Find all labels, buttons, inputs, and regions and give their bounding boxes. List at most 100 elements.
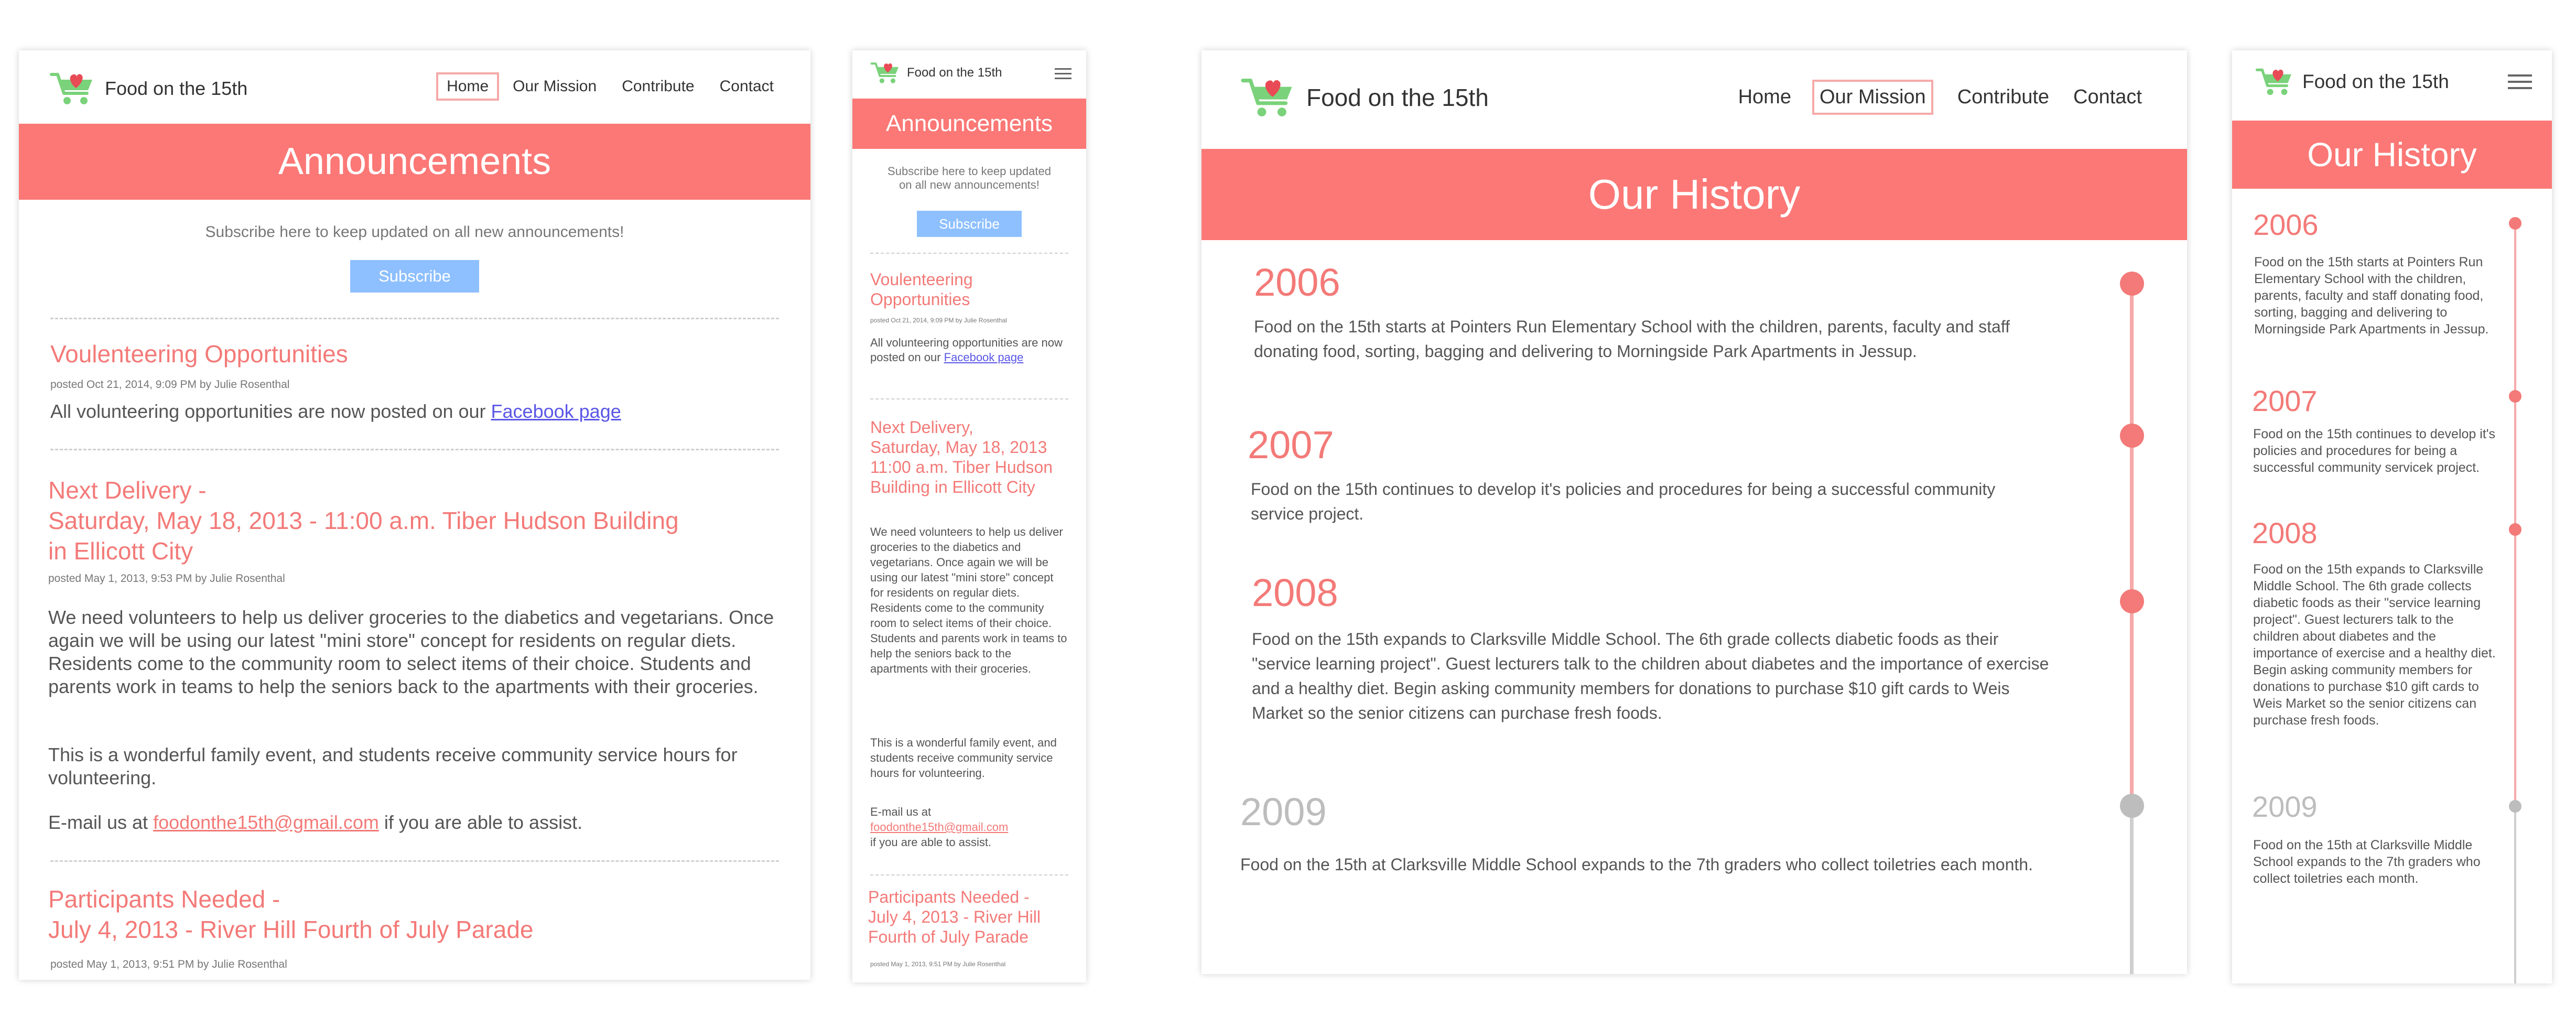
- post-email-text: if you are able to assist.: [870, 836, 992, 849]
- post-title-line: Participants Needed -: [48, 885, 280, 913]
- post-title-line: Participants Needed -: [868, 888, 1030, 906]
- history-year: 2009: [1240, 790, 1327, 834]
- announcements-mobile-panel: Food on the 15th Announcements Subscribe…: [852, 50, 1086, 982]
- timeline-dot: [2509, 217, 2521, 230]
- post-email-line: E-mail us at foodonthe15th@gmail.com if …: [870, 804, 1069, 850]
- post-title-line: Building in Ellicott City: [870, 478, 1035, 496]
- post-title[interactable]: Participants Needed - July 4, 2013 - Riv…: [48, 884, 534, 945]
- cart-heart-icon: [2255, 68, 2291, 95]
- post-meta: posted May 1, 2013, 9:51 PM by Julie Ros…: [50, 958, 287, 970]
- post-title-line: Next Delivery,: [870, 418, 973, 437]
- timeline-dot: [2509, 523, 2521, 536]
- divider: [870, 253, 1068, 254]
- brand-name: Food on the 15th: [2302, 71, 2449, 92]
- divider: [870, 398, 1068, 399]
- post-body: All volunteering opportunities are now p…: [50, 401, 621, 423]
- subscribe-button[interactable]: Subscribe: [917, 211, 1022, 237]
- post-email-text: E-mail us at: [48, 812, 154, 833]
- page-title-banner: Announcements: [19, 124, 810, 200]
- history-text: Food on the 15th continues to develop it…: [2253, 427, 2496, 475]
- post-title-line: Next Delivery -: [48, 477, 207, 504]
- subscribe-text: Subscribe here to keep updated on all ne…: [205, 223, 624, 241]
- history-year: 2008: [1252, 571, 1338, 614]
- post-body: We need volunteers to help us deliver gr…: [48, 607, 774, 697]
- subscribe-wrap: Subscribe: [19, 260, 810, 293]
- email-link[interactable]: foodonthe15th@gmail.com: [153, 812, 379, 833]
- post-title-line: Saturday, May 18, 2013: [870, 438, 1047, 457]
- post-meta: posted Oct 21, 2014, 9:09 PM by Julie Ro…: [50, 379, 290, 391]
- post-body: We need volunteers to help us deliver gr…: [870, 525, 1067, 675]
- history-year: 2008: [2252, 516, 2318, 549]
- hamburger-menu-icon[interactable]: [2508, 74, 2532, 89]
- site-logo[interactable]: Food on the 15th: [2255, 66, 2449, 98]
- nav-our-mission[interactable]: Our Mission: [513, 78, 597, 95]
- history-year: 2007: [1248, 423, 1334, 467]
- page-title-banner: Announcements: [852, 99, 1086, 149]
- divider: [870, 874, 1068, 876]
- history-text: Food on the 15th starts at Pointers Run …: [2254, 255, 2489, 337]
- nav-our-mission[interactable]: Our Mission: [1812, 80, 1933, 115]
- brand-name: Food on the 15th: [1306, 84, 1489, 111]
- timeline-dot: [2509, 800, 2521, 813]
- hamburger-menu-icon[interactable]: [1055, 68, 1071, 79]
- email-link[interactable]: foodonthe15th@gmail.com: [870, 819, 1069, 835]
- subscribe-button[interactable]: Subscribe: [350, 260, 479, 293]
- page-title: Our History: [1588, 171, 1801, 218]
- nav-contact[interactable]: Contact: [720, 78, 774, 95]
- history-year: 2006: [2253, 208, 2319, 241]
- post-body-text: All volunteering opportunities are now p…: [50, 401, 491, 422]
- site-logo[interactable]: Food on the 15th: [1240, 75, 1489, 120]
- history-text: Food on the 15th continues to develop it…: [1251, 480, 1996, 523]
- timeline-line: [2514, 805, 2516, 983]
- history-year: 2009: [2252, 790, 2318, 823]
- nav-home[interactable]: Home: [1738, 86, 1791, 109]
- timeline-dot: [2120, 424, 2144, 448]
- post-title[interactable]: Voulenteering Opportunities: [870, 269, 1027, 309]
- history-year: 2007: [2252, 384, 2318, 417]
- post-title-line: Saturday, May 18, 2013 - 11:00 a.m. Tibe…: [48, 507, 679, 534]
- divider: [50, 318, 779, 319]
- nav-home[interactable]: Home: [436, 72, 500, 101]
- post-email-text: if you are able to assist.: [378, 812, 583, 833]
- history-text: Food on the 15th expands to Clarksville …: [2253, 562, 2496, 728]
- nav-contribute[interactable]: Contribute: [622, 78, 694, 95]
- history-text: Food on the 15th at Clarksville Middle S…: [1240, 855, 2033, 874]
- timeline-line: [2514, 223, 2516, 805]
- facebook-link[interactable]: Facebook page: [944, 351, 1024, 364]
- page-title: Our History: [2307, 136, 2477, 174]
- nav-contribute[interactable]: Contribute: [1957, 86, 2049, 109]
- announcements-desktop-panel: Food on the 15th Home Our Mission Contri…: [19, 50, 810, 980]
- page-title-banner: Our History: [1202, 149, 2187, 240]
- post-title[interactable]: Participants Needed - July 4, 2013 - Riv…: [868, 887, 1041, 947]
- page-title: Announcements: [886, 111, 1053, 136]
- cart-heart-icon: [50, 73, 92, 104]
- site-logo[interactable]: Food on the 15th: [49, 70, 247, 107]
- post-body: This is a wonderful family event, and st…: [870, 736, 1057, 780]
- divider: [50, 449, 779, 450]
- history-text: Food on the 15th starts at Pointers Run …: [1254, 317, 2010, 361]
- timeline-dot: [2509, 390, 2521, 403]
- main-nav: Home Our Mission Contribute Contact: [436, 72, 774, 101]
- post-title[interactable]: Next Delivery, Saturday, May 18, 2013 11…: [870, 417, 1053, 497]
- brand-name: Food on the 15th: [907, 66, 1002, 80]
- post-title-line: July 4, 2013 - River Hill Fourth of July…: [48, 916, 534, 943]
- nav-contact[interactable]: Contact: [2073, 86, 2142, 109]
- post-title[interactable]: Next Delivery - Saturday, May 18, 2013 -…: [48, 475, 772, 566]
- post-body: This is a wonderful family event, and st…: [48, 744, 738, 788]
- cart-heart-icon: [1241, 79, 1292, 116]
- history-text: Food on the 15th expands to Clarksville …: [1252, 630, 2049, 722]
- post-email-text: E-mail us at: [870, 805, 932, 818]
- site-header: Food on the 15th: [2232, 50, 2552, 121]
- site-header: Food on the 15th: [852, 50, 1086, 99]
- subscribe-text: Subscribe here to keep updated on all ne…: [852, 165, 1086, 192]
- post-title-line: Fourth of July Parade: [868, 927, 1029, 946]
- cart-heart-icon: [870, 62, 899, 83]
- history-year: 2006: [1254, 261, 1340, 304]
- site-logo[interactable]: Food on the 15th: [870, 61, 1002, 85]
- timeline-line: [2130, 285, 2134, 804]
- facebook-link[interactable]: Facebook page: [491, 401, 621, 422]
- post-title[interactable]: Voulenteering Opportunities: [50, 340, 348, 368]
- history-desktop-panel: Food on the 15th Home Our Mission Contri…: [1202, 50, 2187, 974]
- post-title-line: 11:00 a.m. Tiber Hudson: [870, 458, 1053, 477]
- page-title: Announcements: [278, 140, 551, 182]
